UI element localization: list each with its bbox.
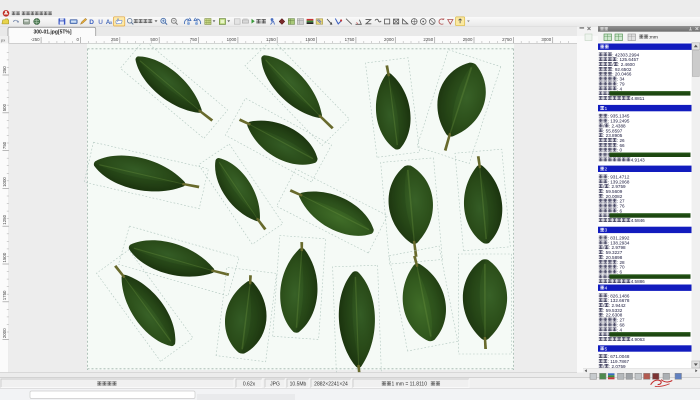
- svg-text:1000: 1000: [227, 37, 237, 42]
- svg-text:1750: 1750: [2, 290, 7, 300]
- svg-text:300-01.jpg[5T%]: 300-01.jpg[5T%]: [33, 30, 71, 36]
- svg-text:2882×2241×24: 2882×2241×24: [314, 382, 348, 388]
- svg-text:4.9143: 4.9143: [631, 157, 645, 162]
- svg-text:1000: 1000: [2, 177, 7, 187]
- svg-text:2750: 2750: [502, 37, 512, 42]
- svg-text:JPG: JPG: [270, 382, 280, 388]
- svg-text:: 6: : 6: [617, 208, 623, 213]
- svg-text:500: 500: [150, 37, 158, 42]
- svg-text::mm: :mm: [649, 36, 658, 41]
- svg-text:1500: 1500: [2, 252, 7, 262]
- svg-text:250: 250: [111, 37, 119, 42]
- svg-text:4.9063: 4.9063: [631, 337, 645, 342]
- svg-text:: 4: : 4: [617, 86, 623, 91]
- svg-text:2250: 2250: [423, 37, 433, 42]
- svg-text:2000: 2000: [2, 328, 7, 338]
- svg-text:2: 2: [605, 167, 608, 172]
- svg-text:: 4: : 4: [617, 327, 623, 332]
- svg-text:1500: 1500: [305, 37, 315, 42]
- svg-text:4: 4: [605, 286, 608, 291]
- svg-text:1250: 1250: [2, 214, 7, 224]
- svg-text:D: D: [89, 19, 94, 26]
- svg-text:: 6: : 6: [617, 269, 623, 274]
- svg-text:-250: -250: [31, 37, 40, 42]
- svg-text:: 0: : 0: [617, 148, 623, 153]
- svg-text:750: 750: [2, 141, 7, 149]
- svg-text:500: 500: [2, 103, 7, 111]
- svg-text:1 mm = 11.8110: 1 mm = 11.8110: [391, 382, 427, 388]
- svg-text:0.62x: 0.62x: [243, 382, 256, 388]
- svg-text:5: 5: [605, 346, 608, 351]
- svg-text:px: px: [1, 38, 5, 43]
- svg-text:750: 750: [190, 37, 198, 42]
- svg-text:3: 3: [605, 228, 608, 233]
- svg-text:U: U: [98, 19, 103, 26]
- svg-text:1750: 1750: [345, 37, 355, 42]
- svg-text:1: 1: [605, 106, 608, 111]
- svg-text:10.5Mb: 10.5Mb: [290, 382, 307, 388]
- svg-text:4.8811: 4.8811: [631, 96, 645, 101]
- svg-text:4.5886: 4.5886: [631, 279, 645, 284]
- svg-text:2500: 2500: [463, 37, 473, 42]
- svg-text:2000: 2000: [384, 37, 394, 42]
- svg-text:3000: 3000: [541, 37, 551, 42]
- svg-text:250: 250: [2, 66, 7, 74]
- svg-text:4.5846: 4.5846: [631, 218, 645, 223]
- svg-text:1250: 1250: [266, 37, 276, 42]
